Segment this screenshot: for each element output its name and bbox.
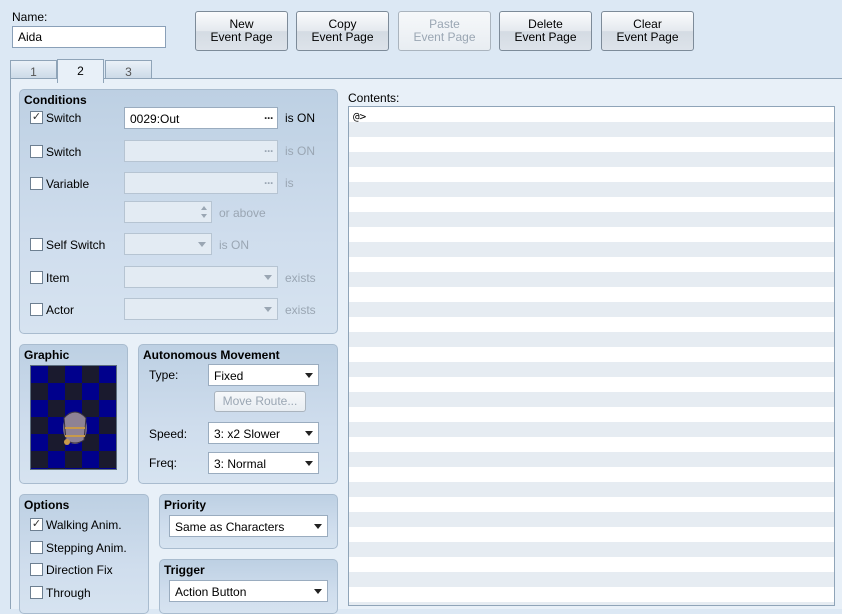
self-switch-label: Self Switch [46, 238, 106, 252]
item-checkbox[interactable] [30, 271, 43, 284]
switch2-checkbox[interactable] [30, 145, 43, 158]
priority-title: Priority [164, 498, 207, 512]
switch1-suffix: is ON [285, 111, 315, 125]
ellipsis-icon: ··· [264, 176, 274, 190]
tab-page-3[interactable]: 3 [105, 60, 152, 79]
move-route-button[interactable]: Move Route... [214, 391, 306, 412]
through-checkbox[interactable] [30, 586, 43, 599]
variable-suffix: is [285, 176, 294, 190]
switch2-suffix: is ON [285, 144, 315, 158]
ellipsis-icon: ··· [264, 111, 274, 125]
switch1-value: 0029:Out [130, 112, 180, 126]
trigger-dropdown[interactable]: Action Button [169, 580, 328, 602]
spin-down-icon[interactable] [201, 214, 207, 218]
delete-event-page-button[interactable]: Delete Event Page [499, 11, 592, 51]
self-switch-suffix: is ON [219, 238, 249, 252]
character-graphic[interactable] [30, 365, 117, 470]
speed-value: 3: x2 Slower [214, 427, 281, 441]
item-suffix: exists [285, 271, 316, 285]
actor-dropdown[interactable] [124, 298, 278, 320]
graphic-title: Graphic [24, 348, 70, 362]
options-title: Options [24, 498, 70, 512]
walking-anim-checkbox[interactable]: ✓ [30, 518, 43, 531]
speed-label: Speed: [149, 427, 188, 441]
chevron-down-icon [314, 524, 322, 529]
name-label: Name: [12, 10, 48, 24]
variable-checkbox[interactable] [30, 177, 43, 190]
switch2-field[interactable]: ··· [124, 140, 278, 162]
contents-label: Contents: [348, 91, 400, 105]
self-switch-dropdown[interactable] [124, 233, 212, 255]
new-event-page-button[interactable]: New Event Page [195, 11, 288, 51]
character-sprite-icon [63, 411, 87, 445]
clear-event-page-button[interactable]: Clear Event Page [601, 11, 694, 51]
ellipsis-icon: ··· [264, 144, 274, 158]
item-dropdown[interactable] [124, 266, 278, 288]
chevron-down-icon [305, 373, 313, 378]
command-line[interactable]: @> [353, 110, 366, 123]
spin-up-icon[interactable] [201, 206, 207, 210]
variable-suffix2: or above [219, 206, 266, 220]
switch1-label: Switch [46, 111, 82, 125]
freq-label: Freq: [149, 456, 178, 470]
switch1-checkbox[interactable]: ✓ [30, 111, 43, 124]
priority-value: Same as Characters [175, 520, 285, 534]
actor-suffix: exists [285, 303, 316, 317]
variable-field[interactable]: ··· [124, 172, 278, 194]
event-command-list[interactable]: @> [348, 106, 835, 606]
variable-label: Variable [46, 177, 90, 191]
chevron-down-icon [264, 307, 272, 312]
direction-fix-checkbox[interactable] [30, 563, 43, 576]
type-label: Type: [149, 368, 179, 382]
stepping-anim-checkbox[interactable] [30, 541, 43, 554]
trigger-title: Trigger [164, 563, 205, 577]
trigger-value: Action Button [175, 585, 247, 599]
through-label: Through [46, 586, 91, 600]
switch2-label: Switch [46, 145, 82, 159]
chevron-down-icon [198, 242, 206, 247]
chevron-down-icon [305, 461, 313, 466]
actor-label: Actor [46, 303, 75, 317]
copy-event-page-button[interactable]: Copy Event Page [296, 11, 389, 51]
chevron-down-icon [264, 275, 272, 280]
paste-event-page-button[interactable]: Paste Event Page [398, 11, 491, 51]
walking-anim-label: Walking Anim. [46, 518, 122, 532]
tab-page-2[interactable]: 2 [57, 59, 104, 83]
autonomous-movement-title: Autonomous Movement [143, 348, 280, 362]
chevron-down-icon [305, 431, 313, 436]
chevron-down-icon [314, 589, 322, 594]
direction-fix-label: Direction Fix [46, 563, 113, 577]
graphic-group: Graphic [19, 344, 128, 484]
switch1-field[interactable]: 0029:Out ··· [124, 107, 278, 129]
type-dropdown[interactable]: Fixed [208, 364, 319, 386]
actor-checkbox[interactable] [30, 303, 43, 316]
priority-dropdown[interactable]: Same as Characters [169, 515, 328, 537]
variable-number-spinner[interactable] [124, 201, 212, 223]
type-value: Fixed [214, 369, 244, 383]
speed-dropdown[interactable]: 3: x2 Slower [208, 422, 319, 444]
item-label: Item [46, 271, 70, 285]
self-switch-checkbox[interactable] [30, 238, 43, 251]
tab-page-1[interactable]: 1 [10, 60, 57, 79]
freq-value: 3: Normal [214, 457, 267, 471]
name-input[interactable]: Aida [12, 26, 166, 48]
freq-dropdown[interactable]: 3: Normal [208, 452, 319, 474]
stepping-anim-label: Stepping Anim. [46, 541, 127, 555]
conditions-title: Conditions [24, 93, 87, 107]
